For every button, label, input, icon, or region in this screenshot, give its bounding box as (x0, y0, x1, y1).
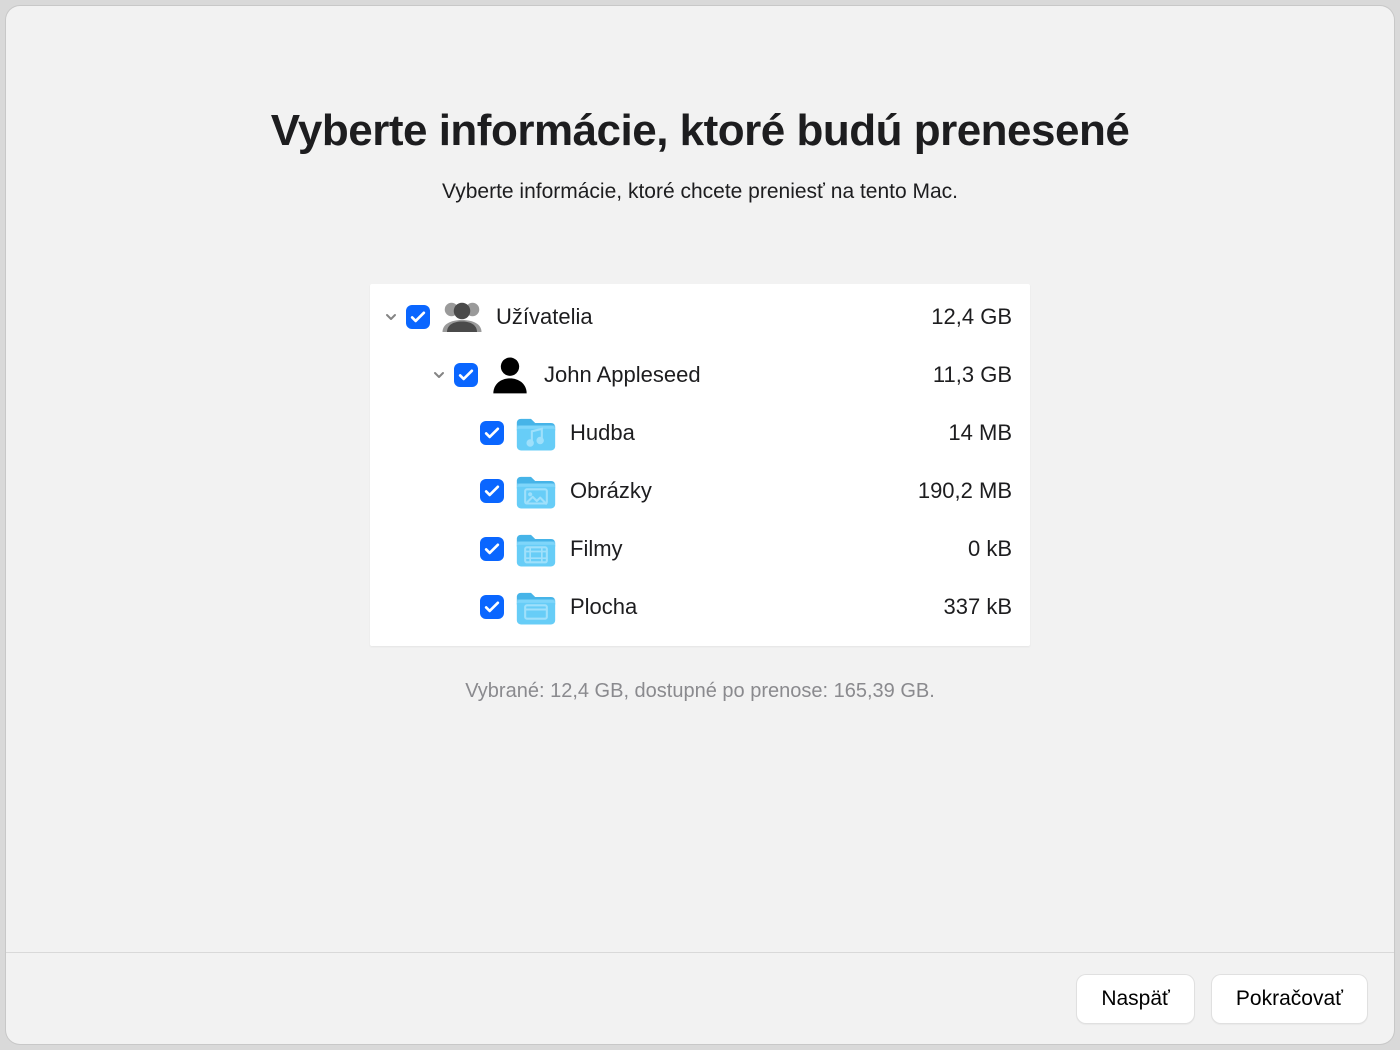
row-users[interactable]: Užívatelia 12,4 GB (382, 288, 1012, 346)
row-music[interactable]: Hudba 14 MB (382, 404, 1012, 462)
continue-button[interactable]: Pokračovať (1211, 974, 1368, 1024)
migration-assistant-window: Vyberte informácie, ktoré budú prenesené… (6, 6, 1394, 1044)
row-label: Užívatelia (486, 304, 882, 330)
transfer-items-panel: Užívatelia 12,4 GB John Appleseed 11,3 G… (370, 284, 1030, 646)
page-title: Vyberte informácie, ktoré budú prenesené (271, 106, 1130, 156)
users-group-icon (438, 296, 486, 338)
back-button[interactable]: Naspäť (1076, 974, 1195, 1024)
row-size: 11,3 GB (882, 362, 1012, 388)
row-images[interactable]: Obrázky 190,2 MB (382, 462, 1012, 520)
row-size: 14 MB (882, 420, 1012, 446)
page-subtitle: Vyberte informácie, ktoré chcete prenies… (442, 180, 958, 204)
row-size: 12,4 GB (882, 304, 1012, 330)
folder-music-icon (512, 412, 560, 454)
row-movies[interactable]: Filmy 0 kB (382, 520, 1012, 578)
folder-movies-icon (512, 528, 560, 570)
checkbox-john[interactable] (454, 363, 478, 387)
checkbox-movies[interactable] (480, 537, 504, 561)
row-label: Filmy (560, 536, 882, 562)
row-size: 337 kB (882, 594, 1012, 620)
folder-images-icon (512, 470, 560, 512)
content-area: Vyberte informácie, ktoré budú prenesené… (6, 6, 1394, 952)
row-size: 0 kB (882, 536, 1012, 562)
checkbox-images[interactable] (480, 479, 504, 503)
row-label: Hudba (560, 420, 882, 446)
checkbox-users[interactable] (406, 305, 430, 329)
chevron-down-icon[interactable] (382, 308, 400, 326)
checkbox-music[interactable] (480, 421, 504, 445)
row-john-appleseed[interactable]: John Appleseed 11,3 GB (382, 346, 1012, 404)
row-desktop[interactable]: Plocha 337 kB (382, 578, 1012, 636)
row-label: Plocha (560, 594, 882, 620)
checkbox-desktop[interactable] (480, 595, 504, 619)
user-icon (486, 354, 534, 396)
selection-summary: Vybrané: 12,4 GB, dostupné po prenose: 1… (465, 680, 935, 703)
chevron-down-icon[interactable] (430, 366, 448, 384)
row-label: Obrázky (560, 478, 882, 504)
row-size: 190,2 MB (882, 478, 1012, 504)
row-label: John Appleseed (534, 362, 882, 388)
footer-bar: Naspäť Pokračovať (6, 952, 1394, 1044)
folder-desktop-icon (512, 586, 560, 628)
